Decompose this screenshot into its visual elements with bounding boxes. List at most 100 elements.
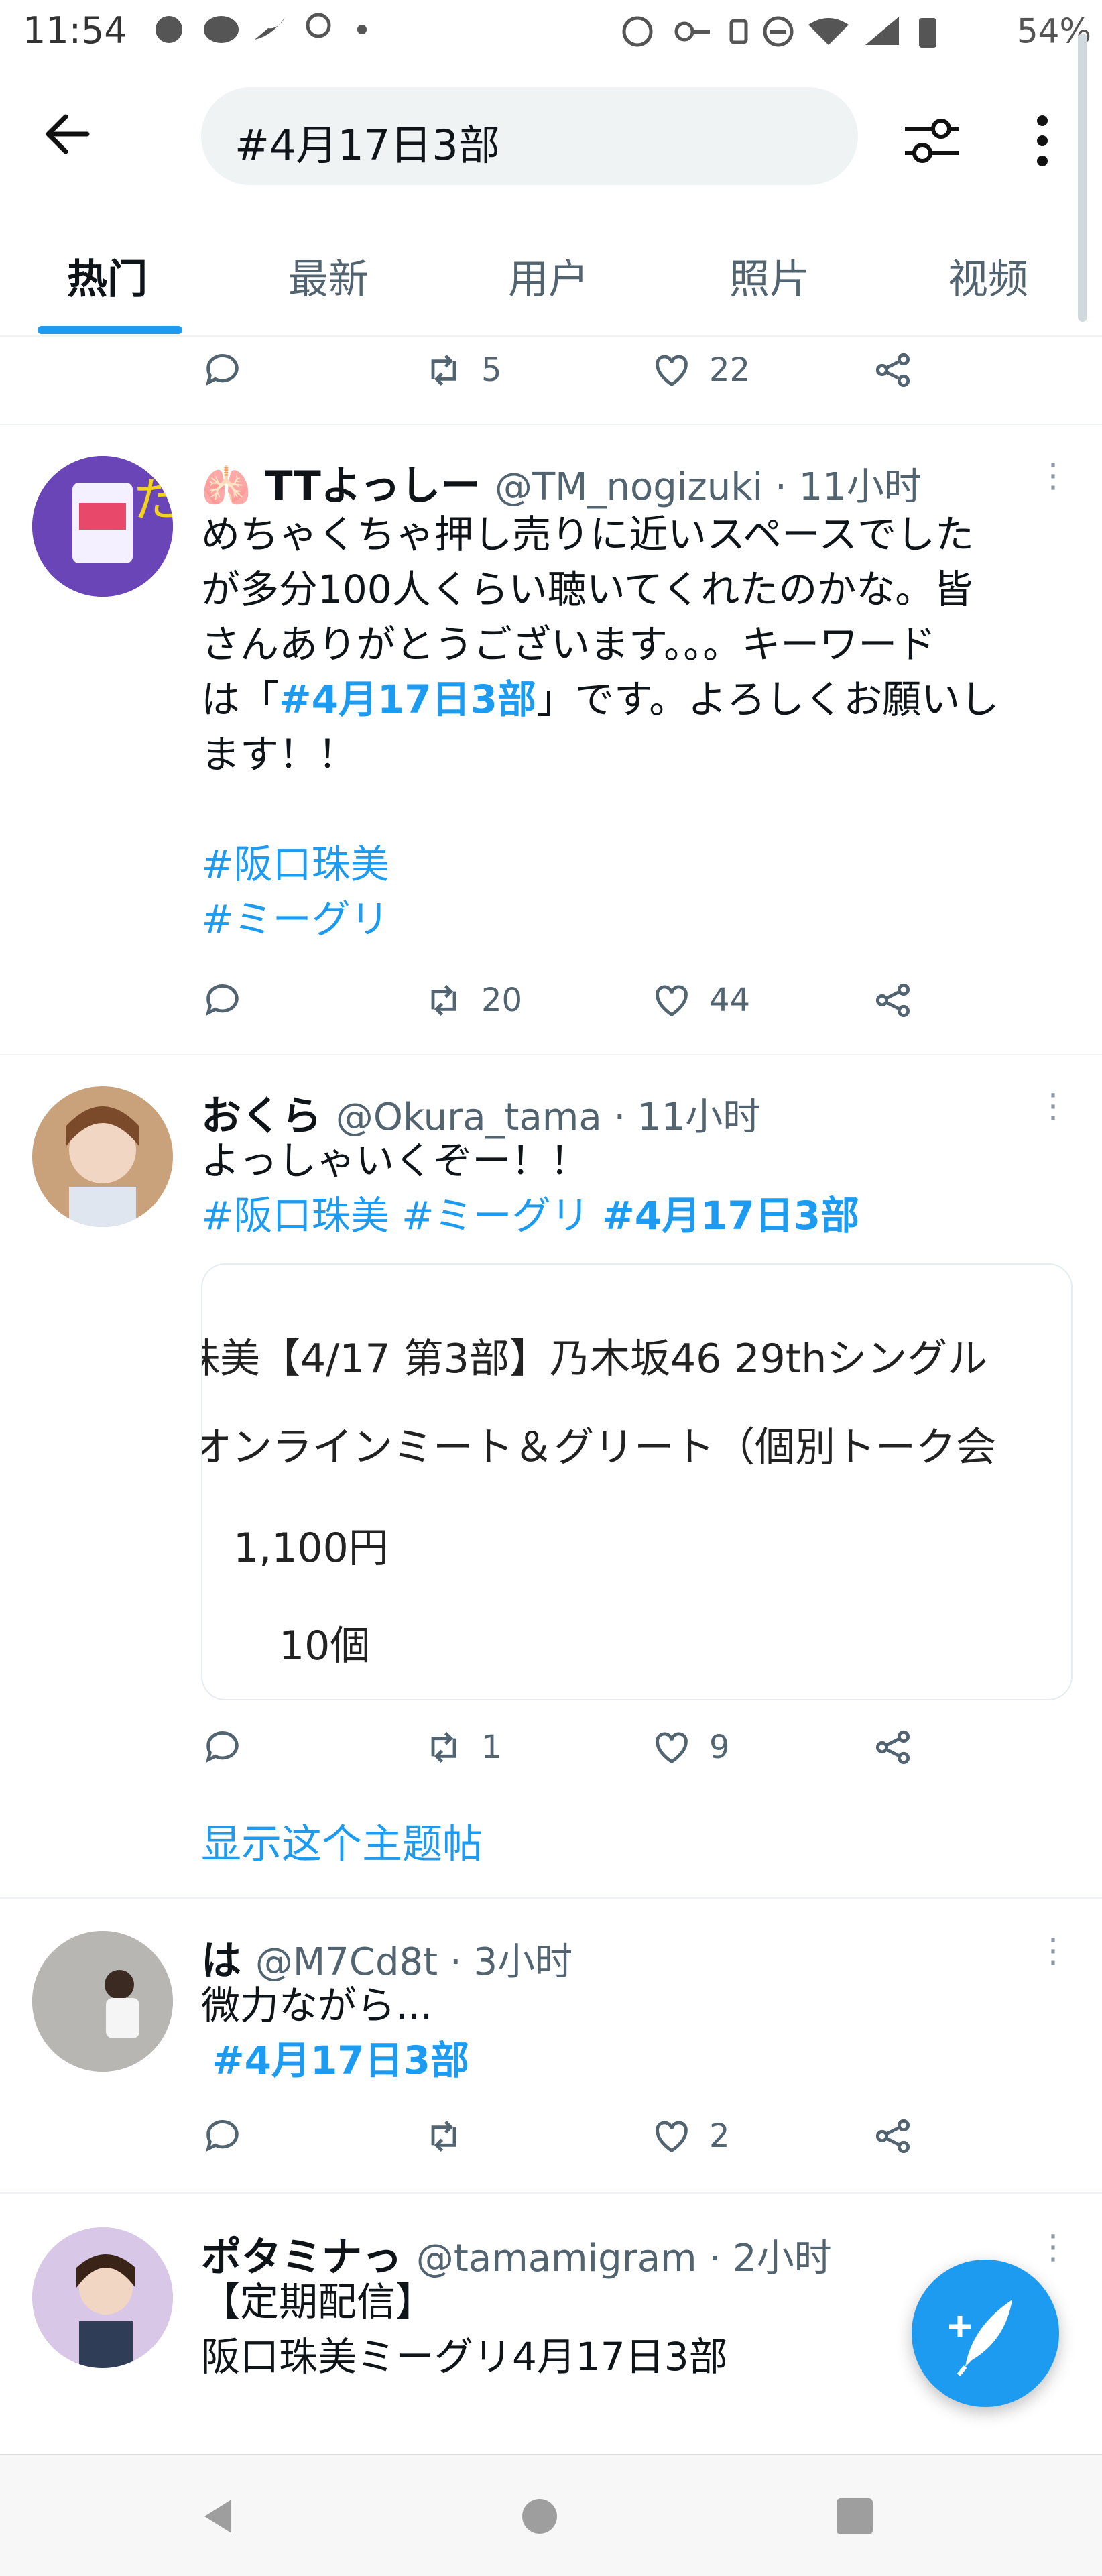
tab-people[interactable]: 用户	[508, 247, 589, 305]
retweet-icon	[431, 1731, 456, 1763]
avatar[interactable]	[32, 1931, 173, 2072]
tweet-line: よっしゃいくぞー！！	[201, 1138, 589, 1183]
like-count: 9	[709, 1729, 730, 1766]
like-button[interactable]: 44	[650, 974, 750, 1027]
avatar[interactable]	[32, 2227, 173, 2368]
share-icon	[875, 353, 910, 388]
heart-icon	[656, 985, 688, 1017]
sliders-icon	[905, 119, 959, 163]
tweet-line: は「#4月17日3部」です。よろしくお願いし	[201, 672, 1073, 727]
tweet-actions: 20 44	[201, 974, 1046, 1027]
divider	[0, 1054, 1102, 1055]
hashtag-link[interactable]: #4月17日3部	[212, 2038, 469, 2083]
author-line: 🫁 TTよっしー @TM_nogizuki · 11小时	[201, 453, 922, 512]
compose-tweet-button[interactable]	[912, 2260, 1059, 2407]
back-button[interactable]	[40, 107, 107, 174]
tab-videos[interactable]: 视频	[948, 247, 1028, 305]
like-button[interactable]: 22	[650, 343, 750, 397]
retweet-button[interactable]	[422, 2109, 465, 2163]
tweet-text: よっしゃいくぞー！！ #阪口珠美 #ミーグリ #4月17日3部	[201, 1133, 1073, 1243]
hashtag-link[interactable]: #4月17日3部	[279, 677, 536, 722]
system-status: 54%	[617, 9, 1091, 52]
avatar-image	[32, 1931, 173, 2072]
author-handle[interactable]: @TM_nogizuki · 11小时	[495, 465, 922, 509]
avatar[interactable]: た	[32, 456, 173, 597]
hashtag-link[interactable]: #ミーグリ	[402, 1193, 590, 1238]
share-icon	[875, 1730, 910, 1765]
link-card[interactable]: 珠美【4/17 第3部】乃木坂46 29thシングル オンラインミート＆グリート…	[201, 1263, 1073, 1700]
share-icon	[875, 983, 910, 1018]
retweet-button[interactable]: 5	[422, 343, 502, 397]
divider	[0, 424, 1102, 425]
share-button[interactable]	[871, 1720, 914, 1774]
tweet-line: ます！！	[201, 731, 357, 777]
notification-app-icon	[156, 13, 367, 43]
reply-button[interactable]	[201, 1720, 244, 1774]
card-subtitle: オンラインミート＆グリート（個別トーク会	[201, 1424, 996, 1471]
tweet-actions: 2	[201, 2109, 1046, 2163]
nav-back-icon[interactable]	[194, 2493, 241, 2540]
tweet-actions: 1 9	[201, 1720, 1046, 1774]
tab-indicator	[38, 326, 182, 334]
tweet-more-icon[interactable]: ⋮	[1036, 1931, 1070, 1970]
tweet-line: が多分100人くらい聴いてくれたのかな。皆	[201, 567, 973, 612]
tab-latest[interactable]: 最新	[288, 247, 369, 305]
nav-home-icon[interactable]	[516, 2493, 563, 2540]
hashtag-link[interactable]: #ミーグリ	[201, 892, 1073, 947]
text-span: 」です。よろしくお願いし	[536, 677, 999, 722]
heart-icon	[656, 2121, 688, 2153]
status-time: 11:54	[23, 9, 127, 52]
reply-button[interactable]	[201, 343, 244, 397]
search-query: #4月17日3部	[235, 121, 500, 170]
retweet-button[interactable]: 20	[422, 974, 522, 1027]
avatar[interactable]	[32, 1086, 173, 1227]
tweet-line: #4月17日3部	[201, 2033, 1073, 2088]
hashtag-link[interactable]: #阪口珠美	[201, 837, 1073, 892]
tweet-actions: 5 22	[201, 343, 1046, 397]
tab-bar: 热门 最新 用户 照片 视频	[0, 221, 1102, 337]
lungs-icon: 🫁	[201, 463, 251, 510]
divider	[0, 2192, 1102, 2194]
avatar-image	[32, 2227, 173, 2368]
card-quantity: 10個	[279, 1623, 371, 1670]
show-thread-link[interactable]: 显示这个主题帖	[201, 1812, 483, 1870]
tweet-text: めちゃくちゃ押し売りに近いスペースでした が多分100人くらい聴いてくれたのかな…	[201, 507, 1073, 947]
scrollbar[interactable]	[1078, 34, 1087, 322]
system-icons	[622, 16, 936, 48]
svg-text:た: た	[133, 473, 173, 528]
tweet-more-icon[interactable]: ⋮	[1036, 1086, 1070, 1125]
share-button[interactable]	[871, 343, 914, 397]
avatar-image: た	[32, 456, 173, 597]
retweet-icon	[431, 354, 456, 386]
tweet-line: #阪口珠美 #ミーグリ #4月17日3部	[201, 1188, 1073, 1243]
reply-icon	[206, 1731, 239, 1763]
tab-top[interactable]: 热门	[67, 247, 147, 305]
author-name[interactable]: TTよっしー	[265, 463, 481, 510]
like-button[interactable]: 2	[650, 2109, 730, 2163]
retweet-count: 20	[481, 982, 523, 1019]
reply-button[interactable]	[201, 2109, 244, 2163]
reply-button[interactable]	[201, 974, 244, 1027]
retweet-icon	[431, 984, 456, 1016]
divider	[0, 1897, 1102, 1899]
search-field[interactable]: #4月17日3部	[201, 87, 858, 185]
tweet-more-icon[interactable]: ⋮	[1036, 456, 1070, 495]
hashtag-link[interactable]: #阪口珠美	[201, 1193, 389, 1238]
card-price: 1,100円	[233, 1525, 389, 1572]
like-count: 2	[709, 2117, 730, 2155]
like-button[interactable]: 9	[650, 1720, 730, 1774]
share-icon	[875, 2119, 910, 2154]
more-options-button[interactable]	[1026, 107, 1059, 174]
heart-icon	[656, 355, 688, 387]
reply-icon	[206, 984, 239, 1016]
heart-icon	[656, 1732, 688, 1764]
tab-photos[interactable]: 照片	[729, 247, 810, 305]
share-button[interactable]	[871, 974, 914, 1027]
share-button[interactable]	[871, 2109, 914, 2163]
hashtag-link[interactable]: #4月17日3部	[602, 1193, 859, 1238]
nav-recents-icon[interactable]	[831, 2493, 878, 2540]
status-bar: 11:54 54%	[0, 0, 1102, 67]
filter-button[interactable]	[898, 107, 972, 174]
retweet-count: 5	[481, 351, 502, 389]
retweet-button[interactable]: 1	[422, 1720, 502, 1774]
